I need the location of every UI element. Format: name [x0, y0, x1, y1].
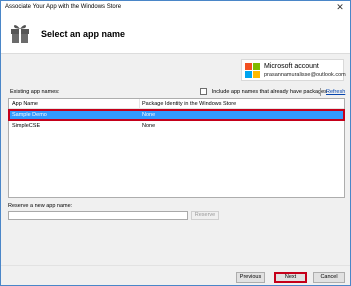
- column-divider[interactable]: [139, 99, 140, 109]
- package-identity-cell: None: [142, 123, 156, 129]
- app-name-cell: Sample Demo: [12, 112, 47, 118]
- title-bar: Associate Your App with the Windows Stor…: [1, 1, 350, 14]
- window-title: Associate Your App with the Windows Stor…: [5, 4, 122, 10]
- reserve-button[interactable]: Reserve: [191, 211, 219, 220]
- reserve-name-label: Reserve a new app name:: [8, 203, 73, 209]
- column-header-app-name[interactable]: App Name: [12, 101, 38, 107]
- table-header: App Name Package Identity in the Windows…: [9, 99, 344, 109]
- account-email: prasannamuralisse@outlook.com: [264, 72, 346, 78]
- previous-button[interactable]: Previous: [236, 272, 265, 283]
- dialog-window: Associate Your App with the Windows Stor…: [0, 0, 351, 286]
- microsoft-account-card[interactable]: Microsoft account prasannamuralisse@outl…: [241, 59, 346, 81]
- table-row[interactable]: Sample Demo None: [8, 109, 345, 121]
- gift-box-icon: [11, 25, 29, 43]
- footer-divider: [1, 265, 350, 266]
- close-icon[interactable]: ✕: [334, 2, 346, 13]
- refresh-link[interactable]: Refresh: [326, 89, 345, 95]
- wizard-header: Select an app name: [1, 14, 350, 54]
- column-header-package-identity[interactable]: Package Identity in the Windows Store: [142, 101, 236, 107]
- link-separator: [320, 88, 321, 96]
- next-button[interactable]: Next: [274, 272, 307, 283]
- package-identity-cell: None: [142, 112, 156, 118]
- include-packages-checkbox[interactable]: [200, 88, 207, 95]
- include-packages-label: Include app names that already have pack…: [211, 88, 327, 95]
- app-names-table[interactable]: App Name Package Identity in the Windows…: [8, 98, 345, 198]
- existing-names-label: Existing app names:: [10, 89, 60, 95]
- cancel-button[interactable]: Cancel: [313, 272, 345, 283]
- page-title: Select an app name: [41, 29, 126, 39]
- include-packages-option[interactable]: Include app names that already have pack…: [200, 88, 327, 95]
- account-title: Microsoft account: [264, 63, 319, 70]
- app-name-cell: SimpleCSE: [12, 123, 41, 129]
- table-row[interactable]: SimpleCSE None: [9, 121, 344, 131]
- reserve-name-input[interactable]: [8, 211, 188, 220]
- microsoft-logo-icon: [245, 63, 260, 78]
